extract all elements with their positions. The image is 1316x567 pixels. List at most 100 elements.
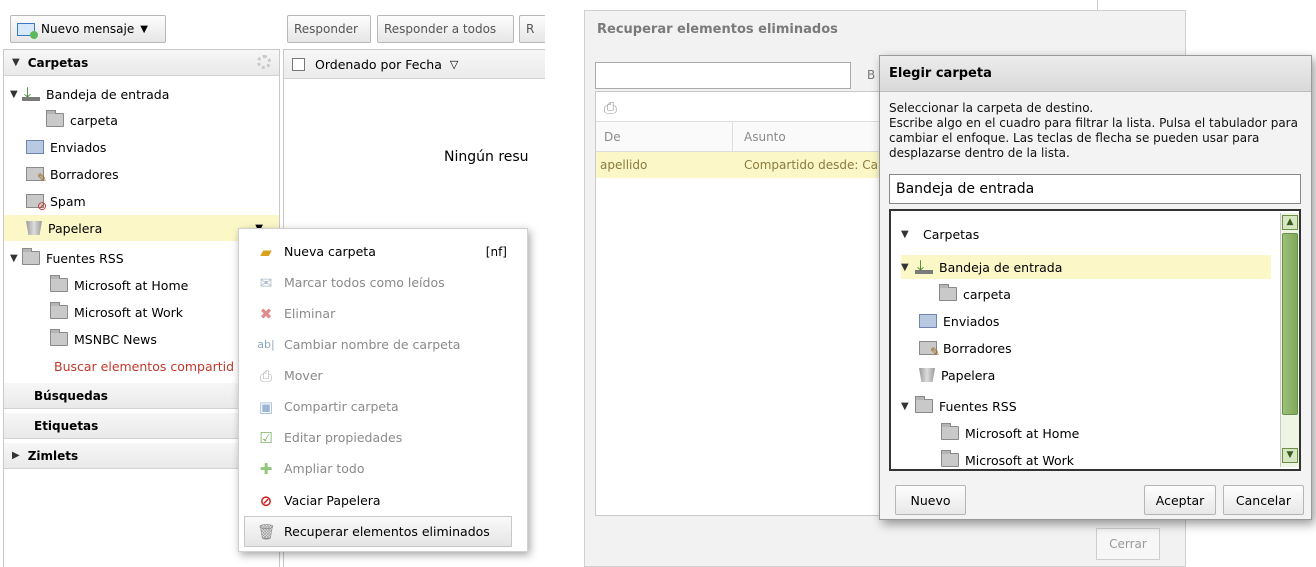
column-from[interactable]: De (604, 130, 621, 144)
tree-label: Fuentes RSS (939, 398, 1017, 414)
drafts-icon (919, 341, 940, 359)
sent-icon (26, 140, 44, 154)
collapse-triangle-icon[interactable]: ▼ (901, 262, 915, 273)
menu-item-label: Mover (284, 368, 323, 383)
tree-item-sent[interactable]: Enviados (901, 309, 1271, 333)
move-icon: ⎙ (259, 366, 272, 385)
trash-icon (919, 368, 935, 382)
dialog-titlebar[interactable]: Elegir carpeta (880, 56, 1311, 92)
folder-label: Spam (50, 193, 86, 209)
rename-icon: ab| (257, 337, 275, 351)
gear-icon[interactable] (257, 55, 271, 69)
tree-label: carpeta (963, 286, 1011, 302)
menu-item-label: Compartir carpeta (284, 399, 399, 414)
search-button[interactable]: B (867, 68, 875, 82)
edit-properties-icon: ☑ (259, 428, 273, 447)
tree-item-rss[interactable]: ▼ Fuentes RSS (901, 394, 1271, 418)
tree-item-inbox[interactable]: ▼ Bandeja de entrada (901, 255, 1271, 279)
collapse-triangle-icon[interactable]: ▼ (10, 89, 22, 100)
menu-item-label: Nueva carpeta (284, 244, 376, 259)
collapse-triangle-icon[interactable]: ▼ (901, 229, 915, 240)
close-button[interactable]: Cerrar (1096, 528, 1160, 560)
menu-item-expand-all[interactable]: ✚ Ampliar todo (239, 453, 529, 484)
folder-carpeta[interactable]: carpeta (4, 107, 279, 133)
scroll-up-icon[interactable]: ▲ (1282, 215, 1298, 230)
column-divider (732, 122, 733, 152)
trash-icon (26, 221, 42, 235)
tree-item-carpeta[interactable]: carpeta (901, 282, 1271, 306)
delete-icon: ✖ (259, 304, 273, 323)
menu-shortcut: [nf] (485, 244, 507, 259)
new-folder-button[interactable]: Nuevo (895, 485, 966, 515)
forward-button[interactable]: R (519, 15, 545, 43)
select-all-checkbox[interactable] (292, 57, 305, 71)
folder-sent[interactable]: Enviados (4, 134, 279, 160)
menu-item-recover-deleted[interactable]: 🗑 Recuperar elementos eliminados (244, 516, 512, 547)
vertical-scrollbar[interactable]: ▲ ▼ (1280, 213, 1299, 467)
collapse-triangle-icon[interactable]: ▼ (12, 57, 20, 68)
folder-label: Bandeja de entrada (46, 86, 170, 102)
reply-all-button[interactable]: Responder a todos (377, 15, 514, 43)
menu-item-new-folder[interactable]: ▰ Nueva carpeta [nf] (239, 236, 529, 267)
menu-item-mark-all-read[interactable]: ✉ Marcar todos como leídos (239, 267, 529, 298)
folder-inbox[interactable]: ▼ Bandeja de entrada (4, 81, 279, 107)
accept-button[interactable]: Aceptar (1144, 485, 1216, 515)
section-title: Zimlets (27, 448, 79, 463)
expand-triangle-icon[interactable]: ▶ (12, 450, 20, 461)
folder-icon (50, 302, 68, 319)
filter-input[interactable]: Bandeja de entrada (889, 174, 1301, 204)
sort-label[interactable]: Ordenado por Fecha (315, 57, 442, 72)
menu-item-share[interactable]: ▣ Compartir carpeta (239, 391, 529, 422)
menu-item-delete[interactable]: ✖ Eliminar (239, 298, 529, 329)
folder-icon (915, 396, 933, 413)
new-folder-icon: ▰ (260, 242, 272, 261)
scroll-thumb[interactable] (1282, 233, 1298, 415)
expand-icon: ✚ (259, 459, 273, 478)
cancel-button[interactable]: Cancelar (1223, 485, 1304, 515)
folder-label: Microsoft at Work (74, 304, 184, 320)
tree-item-ms-home[interactable]: Microsoft at Home (901, 421, 1271, 445)
folder-icon (50, 275, 68, 292)
folder-icon (22, 248, 40, 265)
mark-read-icon: ✉ (259, 273, 273, 292)
tree-item-trash[interactable]: Papelera (901, 363, 1271, 387)
share-icon: ▣ (258, 397, 274, 416)
folder-spam[interactable]: Spam (4, 188, 279, 214)
menu-item-label: Vaciar Papelera (284, 493, 381, 508)
empty-trash-icon: ⊘ (259, 491, 273, 510)
column-subject[interactable]: Asunto (744, 130, 786, 144)
section-carpetas[interactable]: ▼ Carpetas (4, 50, 279, 76)
envelope-icon (17, 22, 38, 39)
menu-item-rename[interactable]: ab| Cambiar nombre de carpeta (239, 329, 529, 360)
folder-label: Microsoft at Home (74, 277, 189, 293)
menu-item-empty-trash[interactable]: ⊘ Vaciar Papelera (239, 485, 529, 516)
folder-label: Fuentes RSS (46, 250, 124, 266)
collapse-triangle-icon[interactable]: ▼ (901, 401, 915, 412)
drafts-icon (26, 167, 47, 185)
menu-item-edit-properties[interactable]: ☑ Editar propiedades (239, 422, 529, 453)
chevron-down-icon[interactable]: ▼ (140, 24, 148, 35)
list-header: Ordenado por Fecha ▽ (284, 49, 545, 79)
folder-context-menu: ▰ Nueva carpeta [nf] ✉ Marcar todos como… (238, 228, 528, 552)
tree-item-drafts[interactable]: Borradores (901, 336, 1271, 360)
tree-label: Microsoft at Work (965, 452, 1075, 468)
sent-icon (919, 314, 937, 328)
scroll-down-icon[interactable]: ▼ (1282, 448, 1298, 463)
menu-item-label: Editar propiedades (284, 430, 403, 445)
sort-arrow-icon[interactable]: ▽ (450, 58, 458, 71)
tree-label: Enviados (943, 313, 1000, 329)
tree-item-ms-work[interactable]: Microsoft at Work (901, 448, 1271, 469)
collapse-triangle-icon[interactable]: ▼ (10, 253, 22, 264)
menu-item-move[interactable]: ⎙ Mover (239, 360, 529, 391)
row-from: apellido (600, 158, 648, 172)
folder-drafts[interactable]: Borradores (4, 161, 279, 187)
row-subject: Compartido desde: Ca (744, 158, 878, 172)
move-icon[interactable]: ⎙ (604, 98, 617, 118)
reply-button[interactable]: Responder (287, 15, 371, 43)
inbox-icon (915, 256, 933, 276)
search-input[interactable] (595, 62, 851, 89)
description-text: Seleccionar la carpeta de destino. Escri… (889, 101, 1298, 160)
new-message-button[interactable]: Nuevo mensaje ▼ (10, 15, 166, 43)
folder-icon (941, 450, 959, 467)
tree-item-carpetas[interactable]: ▼ Carpetas (901, 222, 1271, 246)
